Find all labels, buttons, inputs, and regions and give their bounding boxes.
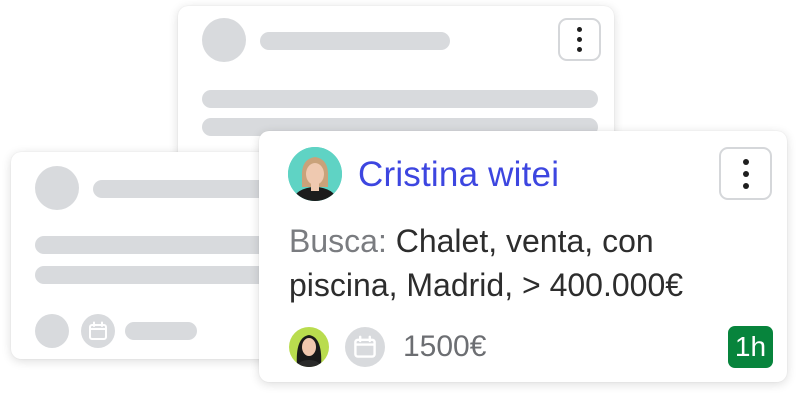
- more-vertical-icon: [742, 158, 749, 165]
- price-value: 1500€: [403, 330, 487, 363]
- time-badge: 1h: [728, 326, 773, 368]
- calendar-icon: [345, 327, 385, 367]
- placeholder-avatar: [35, 166, 79, 210]
- placeholder-title-line: [93, 180, 283, 198]
- more-options-button[interactable]: [719, 147, 772, 200]
- contact-name[interactable]: Cristina witei: [358, 155, 559, 195]
- search-description: Busca: Chalet, venta, con piscina, Madri…: [289, 219, 759, 307]
- agent-avatar: [289, 327, 329, 367]
- more-options-button[interactable]: [558, 18, 601, 61]
- placeholder-card-left: [11, 152, 301, 359]
- placeholder-text-line: [35, 266, 285, 284]
- search-label: Busca:: [289, 223, 387, 259]
- placeholder-small-avatar: [35, 314, 69, 348]
- placeholder-text-line: [35, 236, 285, 254]
- calendar-icon: [81, 314, 115, 348]
- more-vertical-icon-dot: [742, 170, 749, 177]
- placeholder-avatar: [202, 18, 246, 62]
- more-vertical-icon-dot: [742, 182, 749, 189]
- more-vertical-icon-dot: [577, 37, 582, 42]
- placeholder-title-line: [260, 32, 450, 50]
- more-vertical-icon-dot: [577, 47, 582, 52]
- placeholder-text-line: [202, 90, 598, 108]
- placeholder-price-line: [125, 322, 197, 340]
- contact-avatar: [288, 147, 342, 201]
- more-vertical-icon: [577, 27, 582, 32]
